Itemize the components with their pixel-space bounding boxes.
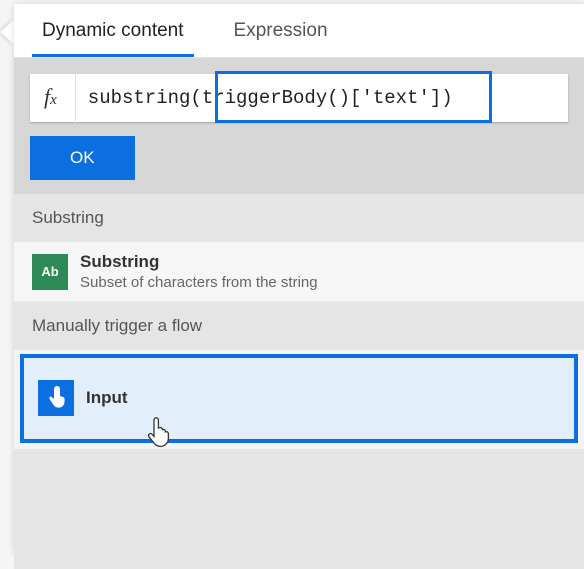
- tabs-bar: Dynamic content Expression: [14, 4, 584, 58]
- dynamic-content-panel: Dynamic content Expression fx substring(…: [14, 4, 584, 553]
- flyout-arrow: [0, 20, 14, 44]
- formula-area: fx substring(triggerBody()['text']) OK: [14, 58, 584, 194]
- substring-item-title: Substring: [80, 252, 318, 272]
- string-operations-icon: Ab: [32, 254, 68, 290]
- substring-item[interactable]: Ab Substring Subset of characters from t…: [14, 242, 584, 302]
- ok-button[interactable]: OK: [30, 136, 135, 180]
- section-header-trigger: Manually trigger a flow: [14, 302, 584, 350]
- input-item[interactable]: Input: [24, 358, 574, 439]
- tab-dynamic-content[interactable]: Dynamic content: [32, 4, 194, 57]
- touch-input-icon: [38, 380, 74, 416]
- section-header-substring: Substring: [14, 194, 584, 242]
- input-item-text: Input: [86, 388, 128, 408]
- selected-highlight-box: Input: [20, 354, 578, 443]
- formula-input-row[interactable]: fx substring(triggerBody()['text']): [30, 74, 568, 122]
- substring-item-subtitle: Subset of characters from the string: [80, 274, 318, 291]
- substring-item-text: Substring Subset of characters from the …: [80, 252, 318, 291]
- tab-expression[interactable]: Expression: [224, 4, 338, 57]
- input-item-title: Input: [86, 388, 128, 408]
- fx-icon: fx: [30, 73, 76, 124]
- empty-space: [14, 449, 584, 569]
- formula-input[interactable]: substring(triggerBody()['text']): [76, 87, 568, 109]
